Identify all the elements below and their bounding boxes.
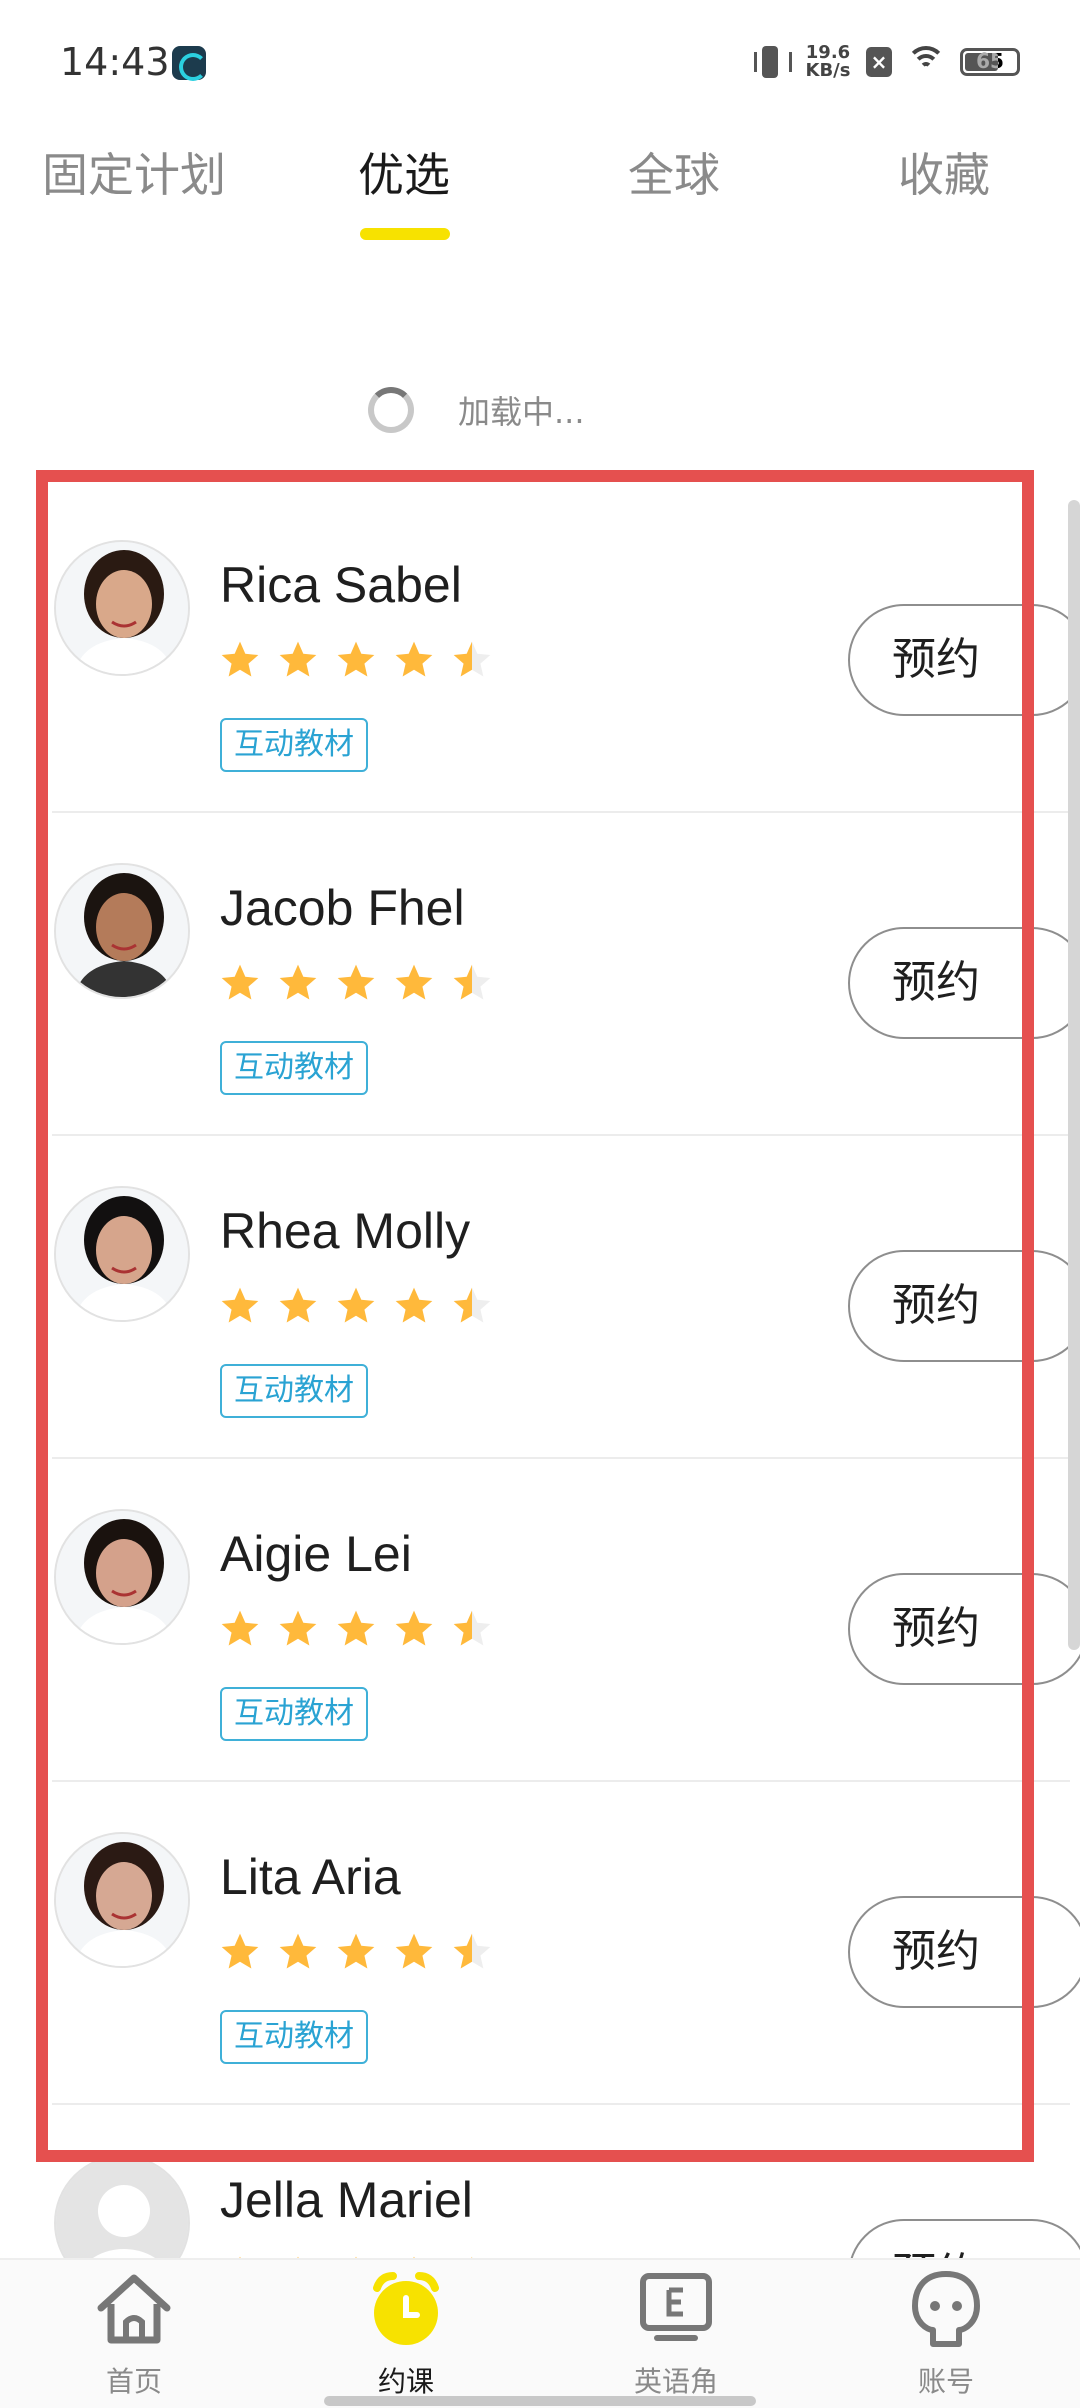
rating-star-icon (337, 1933, 375, 1969)
nav-english-corner-label: 英语角 (633, 2365, 718, 2398)
nav-account[interactable]: 账号 (876, 2266, 1016, 2406)
tab-favorites[interactable]: 收藏 (898, 140, 990, 240)
rating-star-icon (395, 641, 433, 677)
nav-home-label: 首页 (105, 2365, 162, 2398)
loading-text: 加载中... (458, 393, 585, 431)
status-bar: 14:43 19.6 KB/s × 65 (0, 0, 1080, 130)
book-button[interactable]: 预约 (848, 1250, 1080, 1362)
network-speed-unit: KB/s (805, 60, 851, 81)
status-icons: 19.6 KB/s × 65 (750, 40, 1020, 84)
rating-star-icon (279, 1287, 317, 1323)
tab-fixed-plan[interactable]: 固定计划 (42, 140, 226, 240)
rating-star-icon (395, 1933, 433, 1969)
tab-preferred[interactable]: 优选 (358, 140, 450, 240)
nav-english-corner[interactable]: 英语角 (606, 2266, 746, 2406)
teacher-tag: 互动教材 (220, 1687, 368, 1741)
bottom-navigation: 首页 约课 英语角 账号 (0, 2258, 1080, 2408)
top-tabs: 固定计划 优选 全球 收藏 (0, 140, 1080, 250)
teacher-tag: 互动教材 (220, 718, 368, 772)
nav-book-class[interactable]: 约课 (336, 2266, 476, 2406)
account-icon (912, 2271, 980, 2347)
teacher-rating (218, 1284, 494, 1328)
nav-book-class-label: 约课 (377, 2365, 434, 2398)
nav-home[interactable]: 首页 (64, 2266, 204, 2406)
rating-star-icon (395, 1287, 433, 1323)
rating-star-icon (453, 1933, 491, 1969)
teacher-list: Rica Sabel 互动教材 预约 Jacob Fhel 互动教材 预约 Rh… (0, 490, 1080, 2408)
teacher-avatar[interactable] (54, 540, 190, 676)
spinner-icon (368, 387, 414, 433)
rating-star-icon (395, 964, 433, 1000)
rating-star-icon (453, 1610, 491, 1646)
rating-star-icon (279, 641, 317, 677)
teacher-avatar[interactable] (54, 1832, 190, 1968)
teacher-row[interactable]: Lita Aria 互动教材 预约 (52, 1782, 1080, 2105)
teacher-row[interactable]: Aigie Lei 互动教材 预约 (52, 1459, 1080, 1782)
teacher-name: Lita Aria (220, 1849, 401, 1905)
rating-star-icon (279, 1610, 317, 1646)
teacher-name: Jella Mariel (220, 2172, 473, 2228)
teacher-rating (218, 1607, 494, 1651)
teacher-name: Aigie Lei (220, 1526, 412, 1582)
rating-star-icon (221, 641, 259, 677)
book-button[interactable]: 预约 (848, 1896, 1080, 2008)
rating-star-icon (279, 964, 317, 1000)
home-indicator (324, 2396, 756, 2406)
teacher-rating (218, 638, 494, 682)
home-icon (97, 2274, 171, 2344)
english-corner-icon (640, 2273, 712, 2341)
nav-account-label: 账号 (917, 2365, 974, 2398)
app-notification-icon (172, 46, 207, 81)
loading-indicator: 加载中... (368, 380, 585, 440)
teacher-tag: 互动教材 (220, 1041, 368, 1095)
book-button[interactable]: 预约 (848, 1573, 1080, 1685)
rating-star-icon (221, 1287, 259, 1323)
teacher-rating (218, 961, 494, 1005)
rating-star-icon (453, 964, 491, 1000)
teacher-tag: 互动教材 (220, 2010, 368, 2064)
rating-star-icon (221, 964, 259, 1000)
book-button[interactable]: 预约 (848, 604, 1080, 716)
rating-star-icon (337, 641, 375, 677)
teacher-rating (218, 1930, 494, 1974)
wifi-icon (906, 46, 946, 78)
tab-global[interactable]: 全球 (628, 140, 720, 240)
rating-star-icon (221, 1610, 259, 1646)
teacher-row[interactable]: Rica Sabel 互动教材 预约 (52, 490, 1080, 813)
rating-star-icon (453, 641, 491, 677)
teacher-row[interactable]: Rhea Molly 互动教材 预约 (52, 1136, 1080, 1459)
rating-star-icon (337, 1610, 375, 1646)
rating-star-icon (395, 1610, 433, 1646)
network-speed: 19.6 KB/s (804, 44, 852, 80)
rating-star-icon (337, 964, 375, 1000)
teacher-name: Jacob Fhel (220, 880, 465, 936)
status-time: 14:43 (60, 40, 170, 84)
teacher-tag: 互动教材 (220, 1364, 368, 1418)
teacher-avatar[interactable] (54, 1509, 190, 1645)
sim-off-icon: × (866, 47, 892, 77)
battery-level: 65 (976, 49, 1004, 73)
teacher-name: Rica Sabel (220, 557, 462, 613)
rating-star-icon (337, 1287, 375, 1323)
vibrate-icon (750, 42, 792, 82)
rating-star-icon (279, 1933, 317, 1969)
teacher-row[interactable]: Jacob Fhel 互动教材 预约 (52, 813, 1080, 1136)
scrollbar[interactable] (1068, 500, 1080, 1650)
teacher-name: Rhea Molly (220, 1203, 471, 1259)
rating-star-icon (221, 1933, 259, 1969)
active-tab-indicator (360, 228, 450, 240)
teacher-avatar[interactable] (54, 863, 190, 999)
rating-star-icon (453, 1287, 491, 1323)
teacher-avatar[interactable] (54, 1186, 190, 1322)
battery-icon: 65 (960, 48, 1020, 76)
alarm-clock-icon (373, 2272, 439, 2345)
book-button[interactable]: 预约 (848, 927, 1080, 1039)
